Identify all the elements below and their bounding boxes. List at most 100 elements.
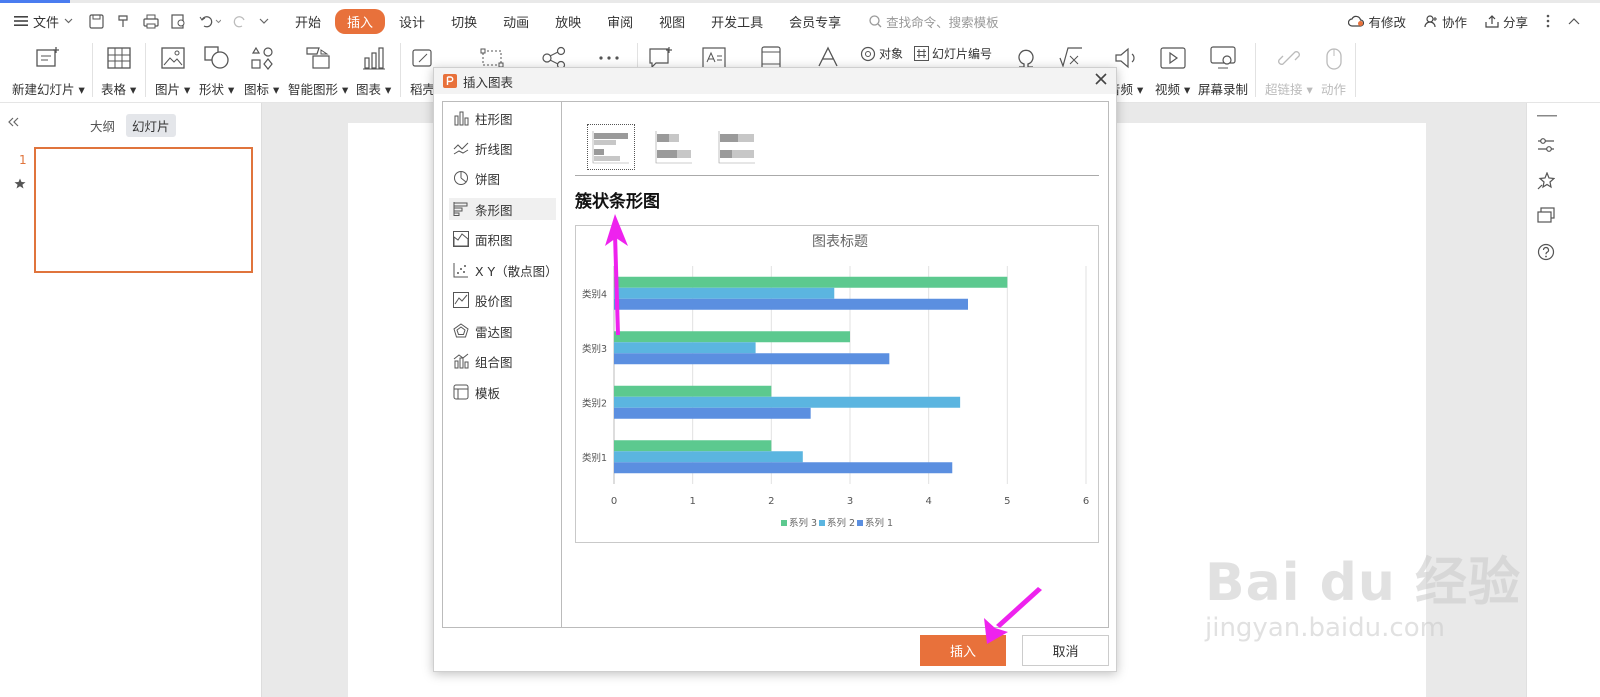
smartart-button[interactable]: 智能图形 ▾: [288, 41, 348, 98]
chart-icon: [362, 41, 386, 75]
chart-type-label: 折线图: [475, 141, 513, 157]
clustered-bar-icon: [592, 130, 630, 164]
subtype-percent-stacked-bar[interactable]: [713, 124, 761, 170]
screen-record-button[interactable]: 屏幕录制: [1198, 41, 1248, 98]
slide-thumbnail[interactable]: [34, 147, 253, 273]
legend-label: 系列 1: [865, 517, 893, 529]
tab-member[interactable]: 会员专享: [777, 9, 853, 34]
tab-transitions[interactable]: 切换: [439, 9, 489, 34]
video-label: 视频: [1155, 82, 1181, 97]
new-slide-button[interactable]: 新建幻灯片 ▾: [12, 41, 85, 98]
legend-swatch: [857, 520, 863, 526]
chart-type-combo[interactable]: 组合图: [449, 350, 556, 372]
collaborate-button[interactable]: 协作: [1424, 12, 1467, 31]
tab-view[interactable]: 视图: [647, 9, 697, 34]
subtype-clustered-bar[interactable]: [587, 124, 635, 170]
video-button[interactable]: 视频 ▾: [1155, 41, 1190, 98]
tab-home[interactable]: 开始: [283, 9, 333, 34]
share-label: 分享: [1502, 14, 1528, 30]
tab-animations[interactable]: 动画: [491, 9, 541, 34]
redo-icon[interactable]: [233, 14, 247, 28]
collapse-panel-icon[interactable]: [7, 117, 19, 127]
x-tick-label: 4: [925, 496, 931, 507]
format-painter-icon[interactable]: [116, 14, 131, 29]
cancel-button[interactable]: 取消: [1022, 635, 1109, 666]
close-icon[interactable]: [1094, 72, 1108, 86]
chart-type-bar[interactable]: 条形图: [449, 198, 556, 220]
tab-insert[interactable]: 插入: [335, 8, 386, 34]
chart-type-scatter[interactable]: X Y（散点图）: [449, 259, 558, 281]
slide-switch-icon[interactable]: [1537, 207, 1555, 223]
help-icon[interactable]: [1537, 243, 1555, 261]
hash-icon: [914, 46, 929, 61]
collapse-ribbon-icon[interactable]: [1568, 17, 1580, 25]
chart-type-line[interactable]: 折线图: [449, 137, 556, 159]
category-label: 类别2: [582, 397, 607, 409]
tab-slides[interactable]: 幻灯片: [126, 114, 176, 137]
tab-outline[interactable]: 大纲: [84, 114, 121, 137]
tab-review[interactable]: 审阅: [595, 9, 645, 34]
subtype-stacked-bar[interactable]: [650, 124, 698, 170]
right-sidebar: [1526, 103, 1600, 697]
modified-label: 有修改: [1368, 14, 1406, 30]
watermark-brand: Bai du 经验: [1205, 553, 1521, 613]
screen-record-label: 屏幕录制: [1198, 82, 1249, 97]
print-preview-icon[interactable]: [171, 13, 187, 29]
chart-title: 图表标题: [812, 234, 868, 250]
object-button[interactable]: 对象: [860, 45, 903, 62]
x-tick-label: 1: [689, 496, 695, 507]
new-slide-icon: [35, 41, 61, 75]
object-label: 对象: [879, 47, 904, 61]
file-menu-label: 文件: [33, 15, 60, 31]
chart-type-column[interactable]: 柱形图: [449, 107, 556, 129]
chart-button[interactable]: 图表 ▾: [356, 41, 391, 98]
object-icon: [860, 46, 876, 62]
save-icon[interactable]: [89, 13, 104, 29]
slide-number-button[interactable]: 幻灯片编号: [914, 45, 992, 62]
undo-icon[interactable]: [199, 14, 222, 28]
daoke-button[interactable]: 稻壳: [410, 41, 435, 98]
chart-type-template[interactable]: 模板: [449, 381, 556, 403]
sidebar-handle-icon[interactable]: [1537, 115, 1557, 119]
table-button[interactable]: 表格 ▾: [101, 41, 136, 98]
chart-type-area[interactable]: 面积图: [449, 228, 556, 250]
customize-toolbar-icon[interactable]: [259, 16, 269, 26]
search-icon: [869, 14, 882, 28]
animation-star-icon[interactable]: [1537, 172, 1555, 190]
daoke-icon: [411, 41, 435, 75]
chevron-down-icon: [64, 18, 73, 24]
area-chart-icon: [453, 231, 469, 247]
icon-button[interactable]: 图标 ▾: [244, 41, 279, 98]
file-menu[interactable]: 文件: [14, 12, 73, 31]
shape-icon: [203, 41, 230, 75]
chart-type-radar[interactable]: 雷达图: [449, 320, 556, 342]
hyperlink-label: 超链接: [1265, 82, 1303, 97]
bar: [614, 451, 803, 463]
chart-type-label: 股价图: [475, 293, 513, 309]
chart-type-pie[interactable]: 饼图: [449, 167, 556, 189]
radar-chart-icon: [453, 323, 469, 339]
collaborate-label: 协作: [1441, 14, 1467, 30]
picture-label: 图片: [155, 82, 181, 97]
share-button[interactable]: 分享: [1485, 12, 1528, 31]
tab-slideshow[interactable]: 放映: [543, 9, 593, 34]
more-options-icon[interactable]: [1546, 14, 1550, 28]
properties-icon[interactable]: [1537, 137, 1555, 153]
menu-right-actions: 有修改 协作 分享: [1348, 3, 1580, 39]
ribbon-separator: [400, 43, 401, 97]
shape-button[interactable]: 形状 ▾: [199, 41, 234, 98]
hyperlink-button[interactable]: 超链接 ▾: [1265, 41, 1313, 98]
insert-button[interactable]: 插入: [920, 635, 1006, 666]
picture-button[interactable]: 图片 ▾: [155, 41, 190, 98]
daoke-label: 稻壳: [410, 82, 436, 97]
tab-design[interactable]: 设计: [387, 9, 437, 34]
dialog-titlebar: 插入图表: [434, 68, 1116, 94]
link-icon: [1277, 41, 1301, 75]
tab-developer[interactable]: 开发工具: [699, 9, 775, 34]
action-button[interactable]: 动作: [1321, 41, 1346, 98]
dialog-content: 柱形图 折线图 饼图 条形图 面积图 X Y（散点图） 股价图 雷达图 组合图 …: [442, 101, 1109, 628]
print-icon[interactable]: [143, 14, 159, 29]
modified-status[interactable]: 有修改: [1348, 12, 1406, 31]
command-search[interactable]: 查找命令、搜索模板: [869, 12, 999, 31]
chart-type-stock[interactable]: 股价图: [449, 289, 556, 311]
